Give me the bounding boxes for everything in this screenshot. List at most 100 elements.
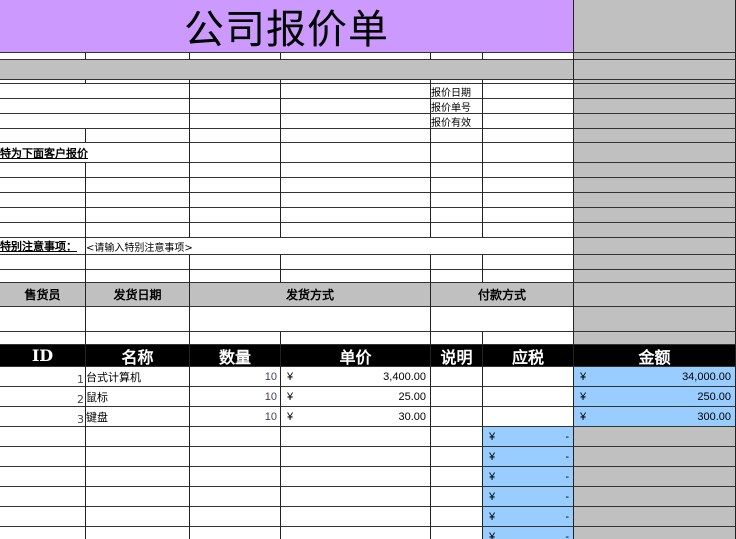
cell[interactable]	[281, 270, 431, 283]
quote-number-field[interactable]	[483, 99, 574, 114]
cell[interactable]	[86, 255, 190, 270]
cell[interactable]	[190, 99, 281, 114]
item-desc[interactable]	[431, 407, 483, 427]
cell[interactable]	[0, 427, 86, 447]
cell[interactable]	[0, 99, 190, 114]
cell[interactable]	[483, 129, 574, 143]
cell[interactable]	[190, 193, 281, 208]
cell[interactable]	[0, 84, 190, 99]
cell[interactable]	[0, 487, 86, 507]
cell[interactable]	[281, 527, 431, 539]
cell[interactable]	[0, 208, 86, 223]
notes-input[interactable]: <请输入特别注意事项>	[86, 238, 574, 255]
cell[interactable]	[190, 178, 281, 193]
cell[interactable]	[0, 129, 86, 143]
tax-cell[interactable]: ¥ -	[483, 507, 574, 527]
cell[interactable]	[483, 208, 574, 223]
cell[interactable]	[0, 527, 86, 539]
cell[interactable]	[574, 99, 736, 114]
item-id[interactable]: 1	[0, 367, 86, 387]
cell[interactable]	[574, 143, 736, 163]
cell[interactable]	[0, 223, 86, 238]
cell[interactable]	[483, 53, 574, 60]
cell[interactable]	[281, 99, 431, 114]
cell[interactable]	[86, 487, 190, 507]
item-amount[interactable]: ¥34,000.00	[574, 367, 736, 387]
cell[interactable]	[574, 193, 736, 208]
item-amount[interactable]: ¥250.00	[574, 387, 736, 407]
cell[interactable]	[281, 178, 431, 193]
amount-cell[interactable]	[574, 487, 736, 507]
cell[interactable]	[281, 143, 431, 163]
cell[interactable]	[281, 487, 431, 507]
cell[interactable]	[574, 307, 736, 332]
amount-cell[interactable]	[574, 447, 736, 467]
cell[interactable]	[190, 332, 281, 345]
item-id[interactable]: 2	[0, 387, 86, 407]
cell[interactable]	[281, 84, 431, 99]
cell[interactable]	[483, 163, 574, 178]
cell[interactable]	[0, 467, 86, 487]
cell[interactable]	[190, 255, 281, 270]
cell[interactable]	[574, 60, 736, 80]
cell[interactable]	[86, 332, 190, 345]
cell[interactable]	[574, 178, 736, 193]
cell[interactable]	[483, 270, 574, 283]
cell[interactable]	[431, 208, 483, 223]
tax-cell[interactable]: ¥ -	[483, 447, 574, 467]
item-desc[interactable]	[431, 367, 483, 387]
cell[interactable]	[86, 129, 190, 143]
quote-date-field[interactable]	[483, 84, 574, 99]
cell[interactable]	[281, 332, 431, 345]
band-row[interactable]	[0, 60, 574, 80]
item-unit-price[interactable]: ¥25.00	[281, 387, 431, 407]
cell[interactable]	[86, 447, 190, 467]
cell[interactable]	[281, 223, 431, 238]
cell[interactable]	[431, 427, 483, 447]
cell[interactable]	[431, 163, 483, 178]
item-desc[interactable]	[431, 387, 483, 407]
item-unit-price[interactable]: ¥3,400.00	[281, 367, 431, 387]
cell[interactable]	[574, 0, 736, 53]
cell[interactable]	[483, 255, 574, 270]
cell[interactable]	[281, 129, 431, 143]
cell[interactable]	[574, 223, 736, 238]
cell[interactable]	[574, 208, 736, 223]
cell[interactable]	[86, 270, 190, 283]
cell[interactable]	[86, 193, 190, 208]
cell[interactable]	[190, 208, 281, 223]
cell[interactable]	[431, 447, 483, 467]
cell[interactable]	[190, 447, 281, 467]
cell[interactable]	[431, 270, 483, 283]
cell[interactable]	[281, 255, 431, 270]
cell[interactable]	[431, 129, 483, 143]
cell[interactable]	[483, 178, 574, 193]
cell[interactable]	[483, 193, 574, 208]
amount-cell[interactable]	[574, 527, 736, 539]
tax-cell[interactable]: ¥ -	[483, 467, 574, 487]
ship-method-field[interactable]	[190, 307, 431, 332]
cell[interactable]	[0, 53, 86, 60]
cell[interactable]	[0, 193, 86, 208]
item-taxable[interactable]	[483, 407, 574, 427]
cell[interactable]	[574, 53, 736, 60]
cell[interactable]	[190, 53, 281, 60]
cell[interactable]	[0, 507, 86, 527]
cell[interactable]	[190, 129, 281, 143]
item-name[interactable]: 台式计算机	[86, 367, 190, 387]
cell[interactable]	[281, 507, 431, 527]
cell[interactable]	[190, 114, 281, 129]
cell[interactable]	[0, 270, 86, 283]
item-qty[interactable]: 10	[190, 407, 281, 427]
cell[interactable]	[281, 114, 431, 129]
cell[interactable]	[190, 223, 281, 238]
cell[interactable]	[86, 208, 190, 223]
item-unit-price[interactable]: ¥30.00	[281, 407, 431, 427]
cell[interactable]	[574, 129, 736, 143]
item-qty[interactable]: 10	[190, 387, 281, 407]
cell[interactable]	[281, 467, 431, 487]
cell[interactable]	[574, 255, 736, 270]
tax-cell[interactable]: ¥ -	[483, 487, 574, 507]
cell[interactable]	[190, 427, 281, 447]
item-qty[interactable]: 10	[190, 367, 281, 387]
